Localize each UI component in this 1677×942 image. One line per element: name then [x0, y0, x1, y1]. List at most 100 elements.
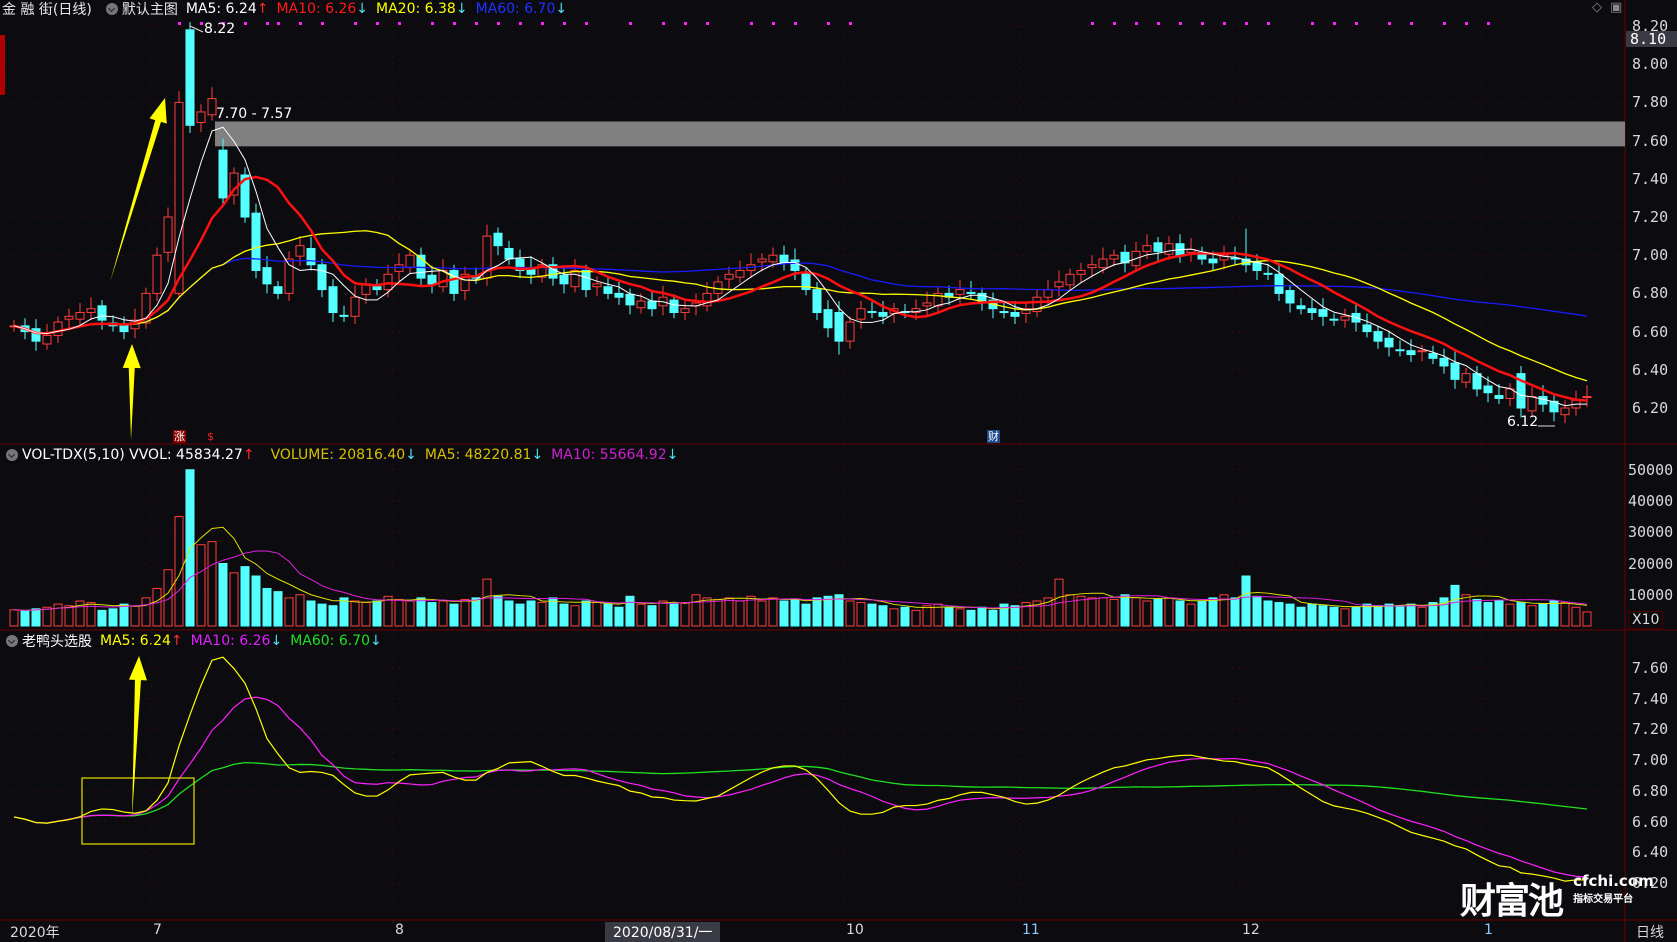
signal-dot	[1410, 22, 1413, 25]
volume-bar	[1516, 602, 1526, 627]
volume-bar	[603, 603, 613, 627]
candle	[999, 311, 1009, 314]
volume-bar	[1549, 600, 1559, 627]
candle	[570, 269, 580, 288]
candle	[75, 312, 85, 320]
signal-dot	[1135, 22, 1138, 25]
volume-bar	[922, 605, 932, 627]
volume-bar	[625, 595, 635, 627]
volume-tick-label: 50000	[1628, 460, 1674, 479]
kline-chart[interactable]	[0, 0, 1677, 942]
signal-dot	[475, 22, 478, 25]
volume-bar	[1109, 598, 1119, 627]
volume-bar	[1296, 606, 1306, 627]
volume-bar	[988, 609, 998, 627]
candle	[922, 302, 932, 307]
candle	[218, 149, 228, 199]
indicator-ma60-line	[13, 761, 1588, 824]
candle	[823, 309, 833, 329]
price-tick-label: 6.20	[1632, 399, 1669, 417]
event-marker: 涨	[173, 430, 186, 443]
candle	[1362, 324, 1372, 333]
candle	[449, 269, 459, 294]
volume-bar	[262, 588, 272, 627]
volume-bar	[207, 541, 217, 627]
candle	[966, 291, 976, 294]
volume-bar	[724, 597, 734, 627]
candle	[1582, 396, 1592, 399]
volume-bar	[372, 600, 382, 627]
volume-bar	[42, 606, 52, 627]
ma20-line	[13, 230, 1588, 382]
volume-bar	[9, 609, 19, 627]
candle	[493, 232, 503, 247]
volume-bar	[1582, 611, 1592, 627]
candle	[163, 216, 173, 253]
signal-dot	[321, 22, 324, 25]
signal-dot	[1487, 22, 1490, 25]
signal-dot	[706, 22, 709, 25]
candle	[636, 300, 646, 309]
volume-bar	[559, 603, 569, 627]
low-price-label: 6.12	[1507, 414, 1539, 430]
volume-bar	[493, 595, 503, 627]
volume-bar	[1472, 598, 1482, 627]
volume-ma5-line	[13, 526, 1588, 611]
price-tick-label: 6.60	[1632, 322, 1669, 341]
volume-bar	[427, 602, 437, 627]
volume-bar	[1538, 603, 1548, 627]
candle	[1527, 396, 1537, 412]
month-label: 1	[1484, 922, 1493, 938]
candle	[1329, 318, 1339, 321]
highlight-box	[81, 777, 195, 845]
ma60-line	[13, 257, 1588, 335]
event-marker: 财	[987, 430, 1000, 443]
candle	[757, 258, 767, 263]
volume-bar	[251, 575, 261, 627]
volume-bar	[504, 600, 514, 627]
volume-bar	[757, 600, 767, 627]
candle	[1395, 349, 1405, 352]
volume-tick-label: 20000	[1628, 554, 1674, 573]
candle	[790, 259, 800, 271]
resistance-band	[215, 121, 1625, 147]
volume-bar	[361, 602, 371, 627]
candle	[1087, 264, 1097, 269]
candle	[1417, 350, 1427, 353]
candle	[724, 273, 734, 280]
signal-dot	[684, 22, 687, 25]
signal-dot	[750, 22, 753, 25]
volume-bar	[350, 600, 360, 627]
signal-dot	[299, 22, 302, 25]
period-label[interactable]: 日线	[1636, 922, 1664, 942]
volume-bar	[1230, 597, 1240, 627]
resistance-band-label: 7.70 - 7.57	[216, 106, 293, 122]
volume-bar	[746, 595, 756, 627]
volume-bar	[1417, 606, 1427, 627]
volume-bar	[1208, 597, 1218, 627]
candle	[614, 292, 624, 298]
candle	[1340, 315, 1350, 321]
candle	[97, 305, 107, 321]
candle	[372, 286, 382, 291]
volume-bar	[416, 597, 426, 627]
volume-bar	[548, 597, 558, 627]
volume-bar	[1252, 595, 1262, 627]
signal-dot	[244, 22, 247, 25]
candle	[1043, 289, 1053, 298]
volume-bar	[1395, 605, 1405, 627]
volume-bar	[1098, 597, 1108, 627]
volume-bar	[867, 603, 877, 627]
volume-tick-label: 10000	[1628, 585, 1674, 604]
volume-bar	[1164, 597, 1174, 627]
indicator-tick-label: 6.20	[1632, 874, 1669, 892]
indicator-tick-label: 7.60	[1632, 658, 1669, 677]
volume-bar	[20, 610, 30, 627]
volume-bar	[460, 598, 470, 627]
volume-bar	[636, 603, 646, 627]
signal-dot	[585, 22, 588, 25]
signal-dot	[1355, 22, 1358, 25]
signal-dot	[519, 22, 522, 25]
signal-dot	[772, 22, 775, 25]
candle	[1296, 305, 1306, 310]
